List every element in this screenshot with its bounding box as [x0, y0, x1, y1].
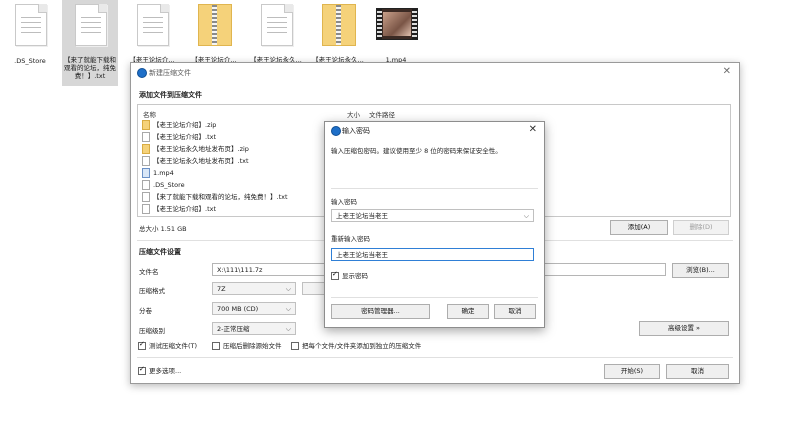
- password-manager-button[interactable]: 密码管理器...: [331, 304, 430, 319]
- column-name[interactable]: 名称: [143, 109, 156, 119]
- list-item[interactable]: 【老王论坛介绍】.txt: [142, 131, 216, 143]
- password-hint: 输入压缩包密码。建议使用至少 8 位的密码来保证安全性。: [331, 147, 502, 155]
- total-size-label: 总大小 1.51 GB: [139, 225, 187, 233]
- chevron-down-icon: ⌵: [285, 305, 291, 313]
- level-select[interactable]: 2-正常压缩 ⌵: [212, 322, 296, 335]
- checkbox-checked: [331, 270, 339, 280]
- delete-source-checkbox[interactable]: 压缩后删除源始文件: [212, 342, 282, 351]
- settings-heading: 压缩文件设置: [139, 248, 181, 256]
- dialog-title: 输入密码: [342, 127, 370, 135]
- file-icon: [261, 4, 293, 46]
- zip-icon: [142, 120, 150, 130]
- file-icon: [142, 192, 150, 202]
- browse-button[interactable]: 浏览(B)...: [672, 263, 729, 278]
- video-icon: [142, 168, 150, 178]
- divider: [137, 357, 733, 358]
- chevron-down-icon: ⌵: [523, 212, 529, 220]
- checkbox-unchecked: [291, 342, 299, 350]
- hidden-select[interactable]: [302, 282, 326, 295]
- advanced-settings-button[interactable]: 高级设置 »: [639, 321, 729, 336]
- file-icon: [15, 4, 47, 46]
- window-title: 新建压缩文件: [149, 69, 191, 77]
- desktop-icon-label: 【来了就能下载和观看的论坛，纯免费！】.txt: [64, 56, 116, 80]
- separate-archive-checkbox[interactable]: 把每个文件/文件夹添加到独立的压缩文件: [291, 342, 421, 351]
- password-field[interactable]: 上老王论坛当老王 ⌵: [331, 209, 534, 222]
- password-again-label: 重新输入密码: [331, 235, 370, 243]
- divider: [331, 297, 538, 298]
- divider: [331, 188, 538, 189]
- app-logo-icon: [137, 68, 147, 78]
- desktop-icon-txt-selected[interactable]: 【来了就能下载和观看的论坛，纯免费！】.txt: [62, 0, 118, 86]
- column-path[interactable]: 文件路径: [369, 109, 395, 119]
- list-item[interactable]: 【老王论坛介绍】.zip: [142, 119, 216, 131]
- app-logo-icon: [331, 126, 341, 136]
- chevron-down-icon: ⌵: [285, 325, 291, 333]
- file-icon: [142, 204, 150, 214]
- file-icon: [75, 4, 107, 46]
- title-bar[interactable]: 新建压缩文件 ✕: [131, 63, 739, 81]
- chevron-down-icon: ⌵: [285, 285, 291, 293]
- column-size[interactable]: 大小: [347, 109, 360, 119]
- ok-button[interactable]: 确定: [447, 304, 489, 319]
- password-again-field[interactable]: 上老王论坛当老王: [331, 248, 534, 261]
- zip-icon: [322, 4, 356, 46]
- file-icon: [142, 180, 150, 190]
- list-item[interactable]: 【来了就能下载和观看的论坛，纯免费！】.txt: [142, 191, 288, 203]
- format-select[interactable]: 7Z ⌵: [212, 282, 296, 295]
- dialog-cancel-button[interactable]: 取消: [494, 304, 536, 319]
- password-label: 输入密码: [331, 198, 357, 206]
- close-icon[interactable]: ✕: [529, 124, 537, 135]
- checkbox-checked: [138, 365, 146, 375]
- show-password-checkbox[interactable]: 显示密码: [331, 270, 368, 281]
- list-item[interactable]: 【老王论坛永久地址发布页】.zip: [142, 143, 249, 155]
- cancel-button[interactable]: 取消: [666, 364, 729, 379]
- format-label: 压缩格式: [139, 287, 165, 295]
- level-label: 压缩级别: [139, 327, 165, 335]
- add-files-heading: 添加文件到压缩文件: [139, 91, 202, 99]
- add-button[interactable]: 添加(A): [610, 220, 668, 235]
- volume-label: 分卷: [139, 307, 152, 315]
- close-icon[interactable]: ✕: [723, 66, 731, 77]
- desktop-icon-label: .DS_Store: [14, 57, 46, 65]
- file-icon: [142, 132, 150, 142]
- file-icon: [137, 4, 169, 46]
- file-icon: [142, 156, 150, 166]
- delete-button[interactable]: 删除(D): [673, 220, 729, 235]
- start-button[interactable]: 开始(S): [604, 364, 660, 379]
- filename-label: 文件名: [139, 268, 159, 276]
- desktop-icon-ds-store[interactable]: .DS_Store: [2, 0, 58, 86]
- more-options-checkbox[interactable]: 更多选项...: [138, 365, 181, 376]
- password-dialog: 输入密码 ✕ 输入压缩包密码。建议使用至少 8 位的密码来保证安全性。 输入密码…: [324, 121, 545, 328]
- zip-icon: [198, 4, 232, 46]
- list-item[interactable]: 【老王论坛永久地址发布页】.txt: [142, 155, 249, 167]
- volume-select[interactable]: 700 MB (CD) ⌵: [212, 302, 296, 315]
- checkbox-checked: [138, 340, 146, 350]
- checkbox-unchecked: [212, 342, 220, 350]
- list-item[interactable]: 【老王论坛介绍】.txt: [142, 203, 216, 215]
- video-icon: [376, 8, 418, 40]
- zip-icon: [142, 144, 150, 154]
- test-archive-checkbox[interactable]: 测试压缩文件(T): [138, 340, 197, 351]
- list-item[interactable]: 1.mp4: [142, 167, 174, 179]
- list-item[interactable]: .DS_Store: [142, 179, 185, 191]
